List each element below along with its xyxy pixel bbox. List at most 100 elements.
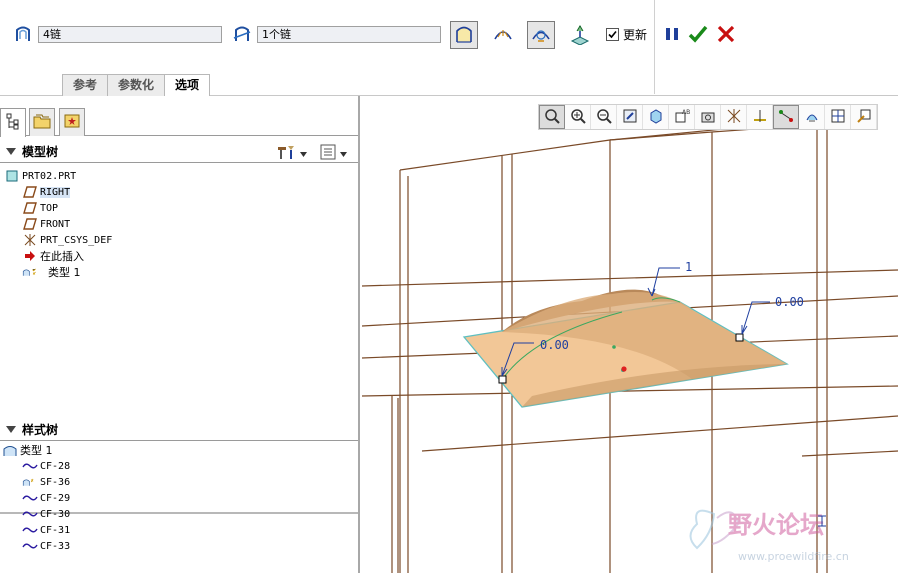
zoom-in-button[interactable] [565,105,591,129]
watermark: 野火论坛 www.proewildfire.cn [689,509,849,563]
curve-icon [22,491,38,505]
model-tree-title: 模型树 [22,145,59,159]
tree-item-label: SF-36 [40,476,71,488]
layers-button[interactable] [825,105,851,129]
collapse-icon[interactable] [6,148,16,155]
style-item-cf30[interactable]: CF-30 [22,506,70,522]
tree-item-label: CF-30 [40,508,71,520]
tree-filter-button[interactable] [320,144,347,163]
tree-item-top[interactable]: TOP [22,200,58,216]
boundary-surface-button[interactable] [450,21,478,49]
pause-button[interactable] [658,21,686,49]
tree-item-label: PRT02.PRT [22,170,77,182]
repaint-icon [622,108,638,127]
update-toggle[interactable]: 更新 [606,26,647,43]
curvature-button[interactable] [489,21,517,49]
camera-icon [700,108,716,127]
orient-button[interactable] [643,105,669,129]
model-scene[interactable]: 1 0.00 0.00 野火论坛 www.proewildfire.cn [362,96,898,573]
zoom-out-button[interactable] [591,105,617,129]
datum-planes-button[interactable] [721,105,747,129]
tree-item-label: RIGHT [40,186,71,198]
tree-item-label: CF-29 [40,492,71,504]
svg-text:AB: AB [682,109,690,116]
repaint-button[interactable] [617,105,643,129]
model-tree-icon [5,113,21,134]
annotation-label[interactable]: 0.00 [540,338,569,352]
zoom-in-icon [570,108,586,127]
cancel-button[interactable] [712,21,740,49]
feature-dashboard: 4链 1个链 更新 参考 参数化 选项 [0,0,898,96]
tab-model-tree[interactable] [0,108,26,137]
datum-plane-icon [22,185,38,199]
camera-button[interactable] [695,105,721,129]
datum-axes-button[interactable] [747,105,773,129]
analysis-icon [530,23,552,48]
curve-icon [22,523,38,537]
dashboard-divider [654,0,655,94]
datum-plane-icon [22,201,38,215]
close-icon [717,25,735,46]
tab-folder-browser[interactable] [29,108,55,136]
collapse-icon[interactable] [6,426,16,433]
update-checkbox[interactable] [606,28,619,41]
boundary-surface-icon [453,23,475,48]
graphics-viewport[interactable]: 1 0.00 0.00 野火论坛 www.proewildfire.cn AB [362,96,898,573]
csys-button[interactable] [799,105,825,129]
chain1-field[interactable]: 4链 [38,26,222,43]
projection-button[interactable] [565,21,593,49]
ok-button[interactable] [684,21,712,49]
view-toolbar: AB [538,104,878,130]
part-icon [4,169,20,183]
surface-icon [22,475,38,489]
chain2-field[interactable]: 1个链 [257,26,441,43]
tab-parameterization[interactable]: 参数化 [107,74,166,96]
style-item-cf33[interactable]: CF-33 [22,538,70,554]
style-item-cf29[interactable]: CF-29 [22,490,70,506]
tree-item-label: CF-33 [40,540,71,552]
style-item-cf28[interactable]: CF-28 [22,458,70,474]
style-tree-header[interactable]: 样式树 [0,419,358,441]
insert-arrow-icon [22,249,38,263]
pause-icon [664,26,680,45]
tab-options[interactable]: 选项 [164,74,211,96]
style-feature-icon [22,265,38,279]
curve-icon [22,539,38,553]
tree-item-label: 类型 1 [20,444,53,457]
layers-icon [830,108,846,127]
curvature-icon [492,23,514,48]
saved-views-button[interactable]: AB [669,105,695,129]
cross-chain-icon[interactable] [231,23,253,45]
check-icon [688,24,708,47]
csys-icon [804,108,820,127]
tree-item-label: TOP [40,202,59,214]
tree-item-insert-here[interactable]: 在此插入 [22,248,84,264]
style-tree-title: 样式树 [22,423,59,437]
tree-item-style-feature[interactable]: 类型 1 [22,264,81,280]
annotation-label[interactable]: 1 [685,260,692,274]
surface-chain-icon[interactable] [12,23,34,45]
zoom-fit-button[interactable] [539,105,565,129]
coordinate-system-icon [22,233,38,247]
tree-item-front[interactable]: FRONT [22,216,70,232]
tree-item-label: 类型 1 [48,266,81,279]
update-label: 更新 [623,28,648,42]
analysis-button[interactable] [527,21,555,49]
tree-settings-button[interactable] [276,144,307,163]
tree-item-csys[interactable]: PRT_CSYS_DEF [22,232,112,248]
saved-views-icon: AB [674,108,690,127]
tab-favorites[interactable] [59,108,85,136]
datum-points-button[interactable] [773,105,799,129]
annotation-label[interactable]: 0.00 [775,295,804,309]
zoom-out-icon [596,108,612,127]
tree-item-right[interactable]: RIGHT [22,184,71,200]
style-item-cf31[interactable]: CF-31 [22,522,70,538]
tree-item-label: CF-28 [40,460,71,472]
style-item-type[interactable]: 类型 1 [2,442,53,458]
style-item-sf36[interactable]: SF-36 [22,474,70,490]
spin-center-button[interactable] [851,105,877,129]
model-tree-header[interactable]: 模型树 [0,141,358,163]
tree-item-part[interactable]: PRT02.PRT [4,168,76,184]
orient-icon [648,108,664,127]
tab-references[interactable]: 参考 [62,74,109,96]
